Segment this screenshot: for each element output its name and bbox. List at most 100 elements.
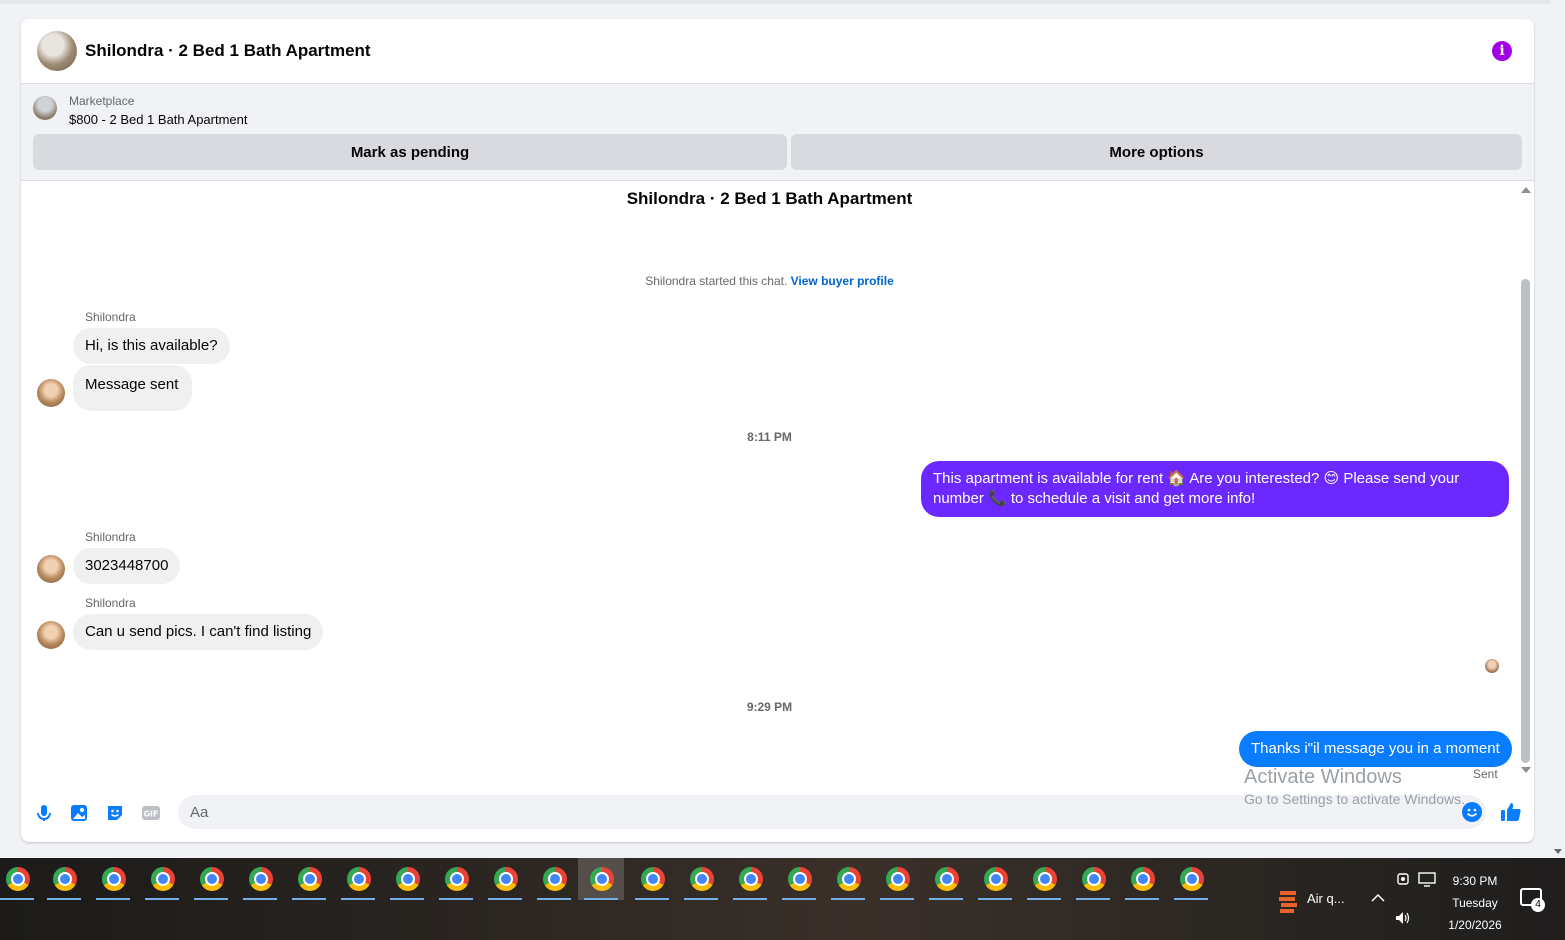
page-scrollbar[interactable] [1551,0,1565,858]
taskbar-chrome-app[interactable] [0,858,40,900]
chrome-icon [200,867,224,891]
conversation-title: Shilondra · 2 Bed 1 Bath Apartment [626,189,913,208]
chrome-icon [151,867,175,891]
chrome-icon [590,867,614,891]
taskbar-chrome-app[interactable] [335,858,381,900]
chrome-icon [935,867,959,891]
chrome-icon [102,867,126,891]
taskbar-chrome-app[interactable] [972,858,1018,900]
top-border [0,0,1565,4]
chat-window: Shilondra · 2 Bed 1 Bath Apartment i Mar… [21,19,1534,842]
taskbar: Air q... 9:30 PM Tuesday 1/20/2026 4 [0,858,1565,940]
clock-date: 1/20/2026 [1448,918,1502,932]
clock-time: 9:30 PM [1452,874,1498,888]
started-text: Shilondra started this chat. [645,274,788,288]
meet-now-icon[interactable] [1396,871,1410,887]
taskbar-chrome-app[interactable] [384,858,430,900]
chrome-icon [837,867,861,891]
avatar[interactable] [37,379,65,407]
scrollbar-thumb[interactable] [1521,279,1530,763]
timestamp: 9:29 PM [746,700,793,714]
image-icon[interactable] [69,803,89,823]
taskbar-chrome-app[interactable] [1119,858,1165,900]
chrome-icon [886,867,910,891]
message-input[interactable] [178,795,1486,829]
taskbar-chrome-app[interactable] [237,858,283,900]
taskbar-chrome-app[interactable] [678,858,724,900]
taskbar-chrome-app[interactable] [776,858,822,900]
taskbar-chrome-app[interactable] [727,858,773,900]
message-bubble[interactable]: Message sent [73,365,193,411]
sender-name: Shilondra [85,310,136,324]
scroll-down-arrow-icon[interactable] [1521,767,1531,773]
taskbar-chrome-app[interactable] [1070,858,1116,900]
taskbar-chrome-app[interactable] [41,858,87,900]
taskbar-chrome-app[interactable] [90,858,136,900]
chrome-icon [6,867,30,891]
chat-started-notice: Shilondra started this chat. View buyer … [21,274,1518,288]
message-bubble[interactable]: Hi, is this available? [73,328,230,364]
message-composer: GIF [21,791,1534,835]
seen-avatar [1485,659,1499,673]
taskbar-chrome-app[interactable] [286,858,332,900]
sticker-icon[interactable] [105,803,125,823]
message-thread[interactable]: Shilondra · 2 Bed 1 Bath Apartment Shilo… [21,181,1534,781]
notification-count: 4 [1531,898,1545,912]
message-bubble[interactable]: Can u send pics. I can't find listing [73,614,324,650]
microphone-icon[interactable] [34,803,54,823]
avatar[interactable] [37,555,65,583]
sender-name: Shilondra [85,530,136,544]
avatar[interactable] [37,621,65,649]
taskbar-chrome-app[interactable] [874,858,920,900]
taskbar-chrome-app[interactable] [1021,858,1067,900]
taskbar-chrome-app[interactable] [482,858,528,900]
taskbar-chrome-app[interactable] [923,858,969,900]
chrome-icon [396,867,420,891]
taskbar-chrome-app[interactable] [531,858,577,900]
scroll-up-arrow-icon[interactable] [1521,187,1531,193]
marketplace-label: Marketplace [69,94,135,108]
message-bubble-outgoing[interactable]: Thanks i"il message you in a moment [1239,731,1512,767]
scroll-down-arrow-icon[interactable] [1554,849,1562,854]
info-icon[interactable]: i [1492,41,1512,61]
message-bubble[interactable]: 3023448700 [73,548,181,584]
chrome-icon [445,867,469,891]
view-buyer-profile-link[interactable]: View buyer profile [791,274,894,288]
volume-icon[interactable] [1394,910,1412,926]
listing-avatar[interactable] [37,31,77,71]
taskbar-chrome-app[interactable] [188,858,234,900]
chrome-icon [641,867,665,891]
chrome-icon [249,867,273,891]
emoji-icon[interactable] [1462,802,1482,822]
chrome-icon [1131,867,1155,891]
message-status: Sent [1473,767,1498,781]
gif-icon[interactable]: GIF [141,803,161,823]
chrome-icon [984,867,1008,891]
mark-as-pending-button[interactable]: Mark as pending [33,134,787,170]
taskbar-chrome-app[interactable] [629,858,675,900]
chrome-icon [739,867,763,891]
air-quality-icon[interactable] [1278,889,1298,913]
listing-title[interactable]: $800 - 2 Bed 1 Bath Apartment [69,112,248,127]
like-icon[interactable] [1500,801,1522,823]
chrome-icon [543,867,567,891]
taskbar-chrome-app[interactable] [139,858,185,900]
weather-widget[interactable]: Air q... [1307,891,1345,911]
taskbar-chrome-app[interactable] [1168,858,1214,900]
sender-name: Shilondra [85,596,136,610]
listing-thumbnail[interactable] [33,96,57,120]
taskbar-chrome-app-active[interactable] [578,858,624,900]
taskbar-chrome-app[interactable] [825,858,871,900]
chrome-icon [1180,867,1204,891]
chat-title[interactable]: Shilondra · 2 Bed 1 Bath Apartment [85,41,371,61]
thread-scrollbar[interactable] [1518,181,1534,779]
more-options-button[interactable]: More options [791,134,1522,170]
message-bubble-outgoing[interactable]: This apartment is available for rent 🏠 A… [921,461,1509,517]
chrome-icon [1033,867,1057,891]
chrome-icon [494,867,518,891]
network-icon[interactable] [1418,871,1436,887]
taskbar-chrome-app[interactable] [433,858,479,900]
chrome-icon [1082,867,1106,891]
chevron-up-icon[interactable] [1370,892,1386,904]
system-clock[interactable]: 9:30 PM Tuesday 1/20/2026 [1440,870,1510,936]
